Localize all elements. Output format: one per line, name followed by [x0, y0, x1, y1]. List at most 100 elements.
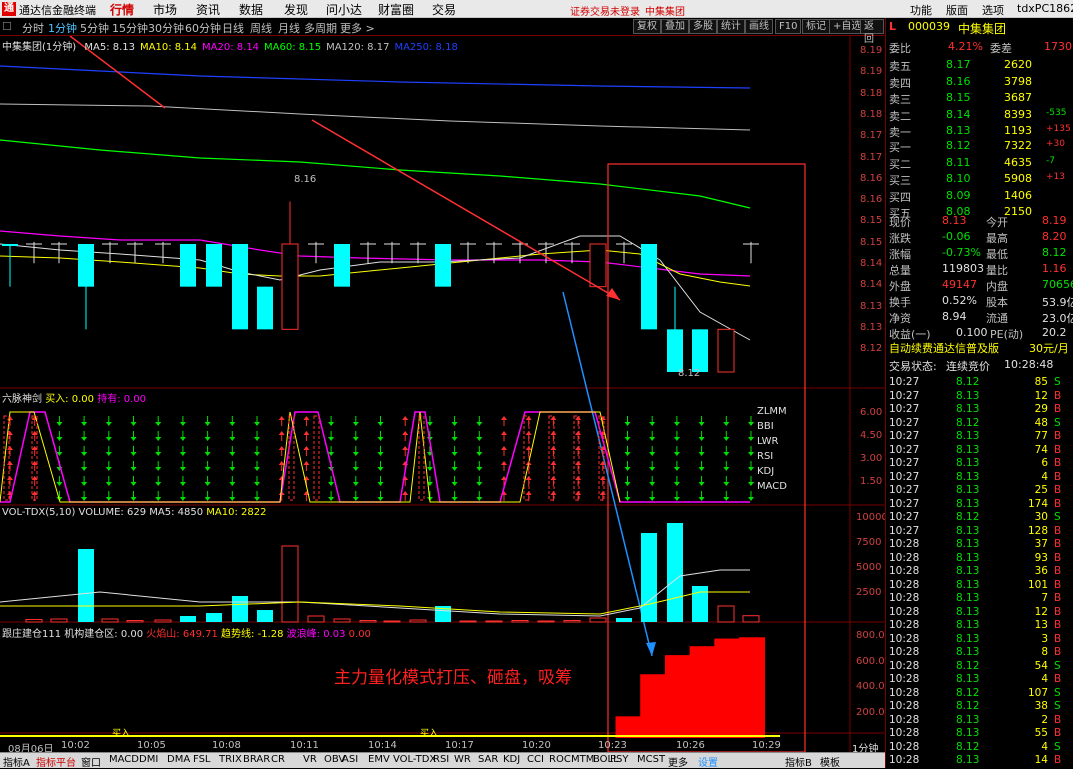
nav-tab-4[interactable]: 发现 [284, 1, 308, 18]
indicator-tab-27[interactable]: 指标B [785, 754, 812, 769]
vol-axis-tick: 2500 [856, 587, 882, 598]
login-warning[interactable]: 证券交易未登录 [570, 3, 640, 18]
app-name: 通达信金融终端 [19, 4, 96, 17]
period-3[interactable]: 15分钟 [112, 20, 148, 36]
inst-axis-tick: 600.0 [856, 655, 885, 667]
candle-2 [51, 241, 67, 264]
indicator-tab-3[interactable]: MACD [109, 754, 139, 765]
period-2[interactable]: 5分钟 [80, 20, 109, 36]
top-menu-1[interactable]: 版面 [946, 2, 968, 18]
period-0[interactable]: 分时 [22, 20, 44, 36]
indicator-tab-14[interactable]: VOL-TDX [393, 754, 436, 765]
nav-tab-6[interactable]: 财富圈 [378, 1, 414, 18]
six-axis-tick: 3.00 [860, 453, 883, 464]
six-axis-tick: 1.50 [860, 476, 883, 487]
ad-banner[interactable]: 自动续费通达信普及版 30元/月 [886, 340, 1073, 355]
inst-bar-27 [664, 655, 691, 738]
period-9[interactable]: 多周期 [304, 20, 337, 36]
indicator-tab-15[interactable]: RSI [433, 754, 449, 765]
period-4[interactable]: 30分钟 [148, 20, 184, 36]
indicator-tab-18[interactable]: KDJ [503, 754, 520, 765]
candle-26 [667, 286, 683, 372]
indicator-tab-23[interactable]: PSY [610, 754, 629, 765]
candle-3 [78, 244, 94, 330]
tick-row: 10:28 8.13 13 B [889, 619, 1062, 631]
tick-row: 10:28 8.13 7 B [889, 592, 1062, 604]
period-1[interactable]: 1分钟 [48, 20, 77, 36]
level-flag: L [889, 20, 897, 33]
nav-tab-7[interactable]: 交易 [432, 1, 456, 18]
period-5[interactable]: 60分钟 [185, 20, 221, 36]
menu-icon[interactable]: ☐ [2, 20, 12, 33]
book-row[interactable]: 卖三 8.15 3687 [886, 91, 1073, 106]
main-chart-title: 中集集团(1分钟) [2, 42, 77, 53]
indicator-tab-12[interactable]: ASI [342, 754, 358, 765]
six-label-5: MACD [757, 481, 787, 492]
indicator-tab-1[interactable]: 指标平台 [36, 754, 76, 769]
indicator-tab-2[interactable]: 窗口 [81, 754, 101, 769]
candle-29 [743, 241, 759, 264]
book-row[interactable]: 卖五 8.17 2620 [886, 58, 1073, 73]
candle-15 [384, 241, 400, 264]
tick-row: 10:28 8.13 2 B [889, 713, 1062, 726]
candle-28 [717, 328, 735, 373]
indicator-tab-19[interactable]: CCI [527, 754, 544, 765]
indicator-tab-9[interactable]: CR [271, 754, 285, 765]
indicator-tab-7[interactable]: TRIX [219, 754, 242, 765]
user-id[interactable]: tdxPC18621 [1017, 2, 1073, 15]
nav-tab-3[interactable]: 数据 [239, 1, 263, 18]
book-row[interactable]: 卖四 8.16 3798 [886, 75, 1073, 90]
toolbar-button-8[interactable]: 返回 [860, 19, 884, 45]
indicator-tab-28[interactable]: 模板 [820, 754, 840, 769]
book-row[interactable]: 买四 8.09 1406 [886, 189, 1073, 204]
nav-tab-0[interactable]: 行情 [110, 1, 134, 18]
book-row[interactable]: 卖一 8.13 1193 +135 [886, 124, 1073, 139]
nav-tab-1[interactable]: 市场 [153, 1, 177, 18]
time-label-10: 10:29 [752, 740, 781, 751]
indicator-tab-24[interactable]: MCST [637, 754, 665, 765]
nav-tab-5[interactable]: 问小达 [326, 1, 362, 18]
indicator-tab-20[interactable]: ROC [549, 754, 571, 765]
book-row[interactable]: 买二 8.11 4635 -7 [886, 156, 1073, 171]
book-row[interactable]: 卖二 8.14 8393 -535 [886, 108, 1073, 123]
period-10[interactable]: 更多 > [340, 20, 375, 36]
toolbar-button-5[interactable]: F10 [775, 19, 802, 34]
indicator-tab-16[interactable]: WR [454, 754, 471, 765]
vol-bar-12 [307, 615, 325, 623]
toolbar-button-6[interactable]: 标记 [802, 19, 830, 34]
indicator-tab-21[interactable]: MTM [571, 754, 594, 765]
indicator-tab-8[interactable]: BRAR [243, 754, 270, 765]
book-row[interactable]: 买三 8.10 5908 +13 [886, 172, 1073, 187]
ma-label-5: MA250: 8.18 [394, 42, 458, 53]
indicator-tab-4[interactable]: DMI [139, 754, 158, 765]
indicator-tab-0[interactable]: 指标A [3, 754, 30, 769]
tick-row: 10:28 8.13 12 B [889, 605, 1062, 618]
tick-row: 10:28 8.13 8 B [889, 646, 1062, 658]
time-label-9: 10:26 [676, 740, 705, 751]
indicator-tab-25[interactable]: 更多 [668, 754, 688, 769]
toolbar-button-2[interactable]: 多股 [689, 19, 717, 34]
indicator-tab-26[interactable]: 设置 [698, 754, 718, 769]
toolbar-button-4[interactable]: 画线 [745, 19, 773, 34]
ma-label-2: MA20: 8.14 [202, 42, 260, 53]
toolbar-button-0[interactable]: 复权 [633, 19, 661, 34]
period-6[interactable]: 日线 [222, 20, 244, 36]
book-row[interactable]: 买一 8.12 7322 +30 [886, 139, 1073, 154]
indicator-tab-6[interactable]: FSL [193, 754, 211, 765]
indicator-tab-13[interactable]: EMV [368, 754, 390, 765]
top-menu-2[interactable]: 选项 [982, 2, 1004, 18]
indicator-tab-5[interactable]: DMA [167, 754, 190, 765]
vol-bar-9 [232, 596, 248, 622]
period-7[interactable]: 周线 [250, 20, 272, 36]
indicator-tab-10[interactable]: VR [303, 754, 317, 765]
tick-row: 10:27 8.13 4 B [889, 470, 1062, 483]
price-axis-tick: 8.17 [860, 130, 883, 142]
tick-row: 10:28 8.13 14 B [889, 754, 1062, 766]
nav-tab-2[interactable]: 资讯 [196, 1, 220, 18]
top-menu-0[interactable]: 功能 [910, 2, 932, 18]
toolbar-button-3[interactable]: 统计 [717, 19, 745, 34]
tick-row: 10:27 8.13 74 B [889, 443, 1062, 456]
indicator-tab-17[interactable]: SAR [478, 754, 498, 765]
toolbar-button-1[interactable]: 叠加 [661, 19, 689, 34]
period-8[interactable]: 月线 [278, 20, 300, 36]
